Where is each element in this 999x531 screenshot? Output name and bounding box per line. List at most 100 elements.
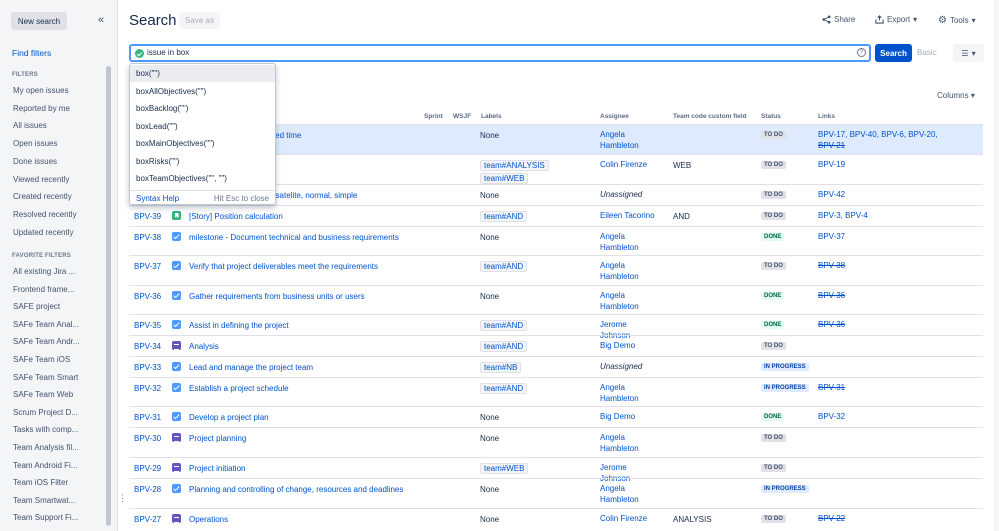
columns-button[interactable]: Columns ▾ xyxy=(937,91,975,100)
label-tag[interactable]: team#AND xyxy=(480,320,528,331)
help-icon[interactable]: ? xyxy=(857,48,866,57)
status-lozenge[interactable]: IN PROGRESS xyxy=(761,363,809,371)
autocomplete-option[interactable]: boxBacklog("") xyxy=(130,100,275,117)
status-lozenge[interactable]: IN PROGRESS xyxy=(761,485,809,493)
issue-links[interactable]: BPV-3, BPV-4 xyxy=(818,210,983,221)
label-tag[interactable]: team#WEB xyxy=(480,173,529,184)
sidebar-scrollbar[interactable] xyxy=(106,66,111,526)
find-filters-link[interactable]: Find filters xyxy=(12,48,51,58)
assignee-link[interactable]: Colin Firenze xyxy=(600,513,655,524)
sidebar-favorite-item[interactable]: Frontend frame... xyxy=(13,285,103,294)
assignee-link[interactable]: Colin Firenze xyxy=(600,159,655,170)
sidebar-filter-item[interactable]: Updated recently xyxy=(13,228,103,237)
col-labels[interactable]: Labels xyxy=(481,113,502,120)
label-tag[interactable]: team#AND xyxy=(480,383,528,394)
issue-links[interactable]: BPV-36 xyxy=(818,290,983,301)
sidebar-filter-item[interactable]: Created recently xyxy=(13,192,103,201)
issue-links[interactable]: BPV-37 xyxy=(818,231,983,242)
issue-links-line2[interactable]: BPV-21 xyxy=(818,140,983,151)
assignee-link[interactable]: Angela Hambleton xyxy=(600,260,655,282)
status-lozenge[interactable]: IN PROGRESS xyxy=(761,384,809,392)
issue-key-link[interactable]: BPV-35 xyxy=(134,321,161,330)
autocomplete-option[interactable]: boxTeamObjectives("", "") xyxy=(130,170,275,187)
assignee-link[interactable]: Big Demo xyxy=(600,340,655,351)
assignee-link[interactable]: Angela Hambleton xyxy=(600,290,655,312)
issue-summary-link[interactable]: Gather requirements from business units … xyxy=(189,292,365,301)
view-options-button[interactable]: ☰ ▾ xyxy=(953,44,984,62)
autocomplete-option[interactable]: boxMainObjectives("") xyxy=(130,135,275,152)
save-as-button[interactable]: Save as xyxy=(179,12,220,29)
sidebar-favorite-item[interactable]: Tasks with comp... xyxy=(13,425,103,434)
label-tag[interactable]: team#NB xyxy=(480,362,522,373)
issue-key-link[interactable]: BPV-30 xyxy=(134,434,161,443)
jql-query-input[interactable]: issue in box ? xyxy=(129,44,871,62)
sidebar-favorite-item[interactable]: SAFe Team Web xyxy=(13,390,103,399)
status-lozenge[interactable]: TO DO xyxy=(761,212,786,220)
sidebar-filter-item[interactable]: Resolved recently xyxy=(13,210,103,219)
issue-key-link[interactable]: BPV-37 xyxy=(134,262,161,271)
issue-summary-link[interactable]: Project planning xyxy=(189,434,246,443)
autocomplete-option[interactable]: box("") xyxy=(130,65,275,82)
issue-key-link[interactable]: BPV-36 xyxy=(134,292,161,301)
col-status[interactable]: Status xyxy=(761,113,781,120)
search-button[interactable]: Search xyxy=(875,44,912,62)
status-lozenge[interactable]: TO DO xyxy=(761,131,786,139)
issue-summary-link[interactable]: Analysis xyxy=(189,342,219,351)
share-button[interactable]: Share xyxy=(822,15,855,24)
table-row[interactable]: BPV-27 Operations None Colin Firenze ANALYSI… xyxy=(129,508,983,531)
table-row[interactable]: BPV-31 Develop a project plan None Big Demo… xyxy=(129,406,983,427)
sidebar-filter-item[interactable]: My open issues xyxy=(13,86,103,95)
table-row[interactable]: BPV-38 milestone - Document technical and… xyxy=(129,226,983,255)
table-row[interactable]: BPV-32 Establish a project schedule team#A… xyxy=(129,377,983,406)
issue-links[interactable]: BPV-32 xyxy=(818,411,983,422)
status-lozenge[interactable]: TO DO xyxy=(761,262,786,270)
sidebar-filter-item[interactable]: All issues xyxy=(13,121,103,130)
issue-summary-link[interactable]: Verify that project deliverables meet th… xyxy=(189,262,378,271)
label-tag[interactable]: team#AND xyxy=(480,261,528,272)
sidebar-filter-item[interactable]: Reported by me xyxy=(13,104,103,113)
sidebar-favorite-item[interactable]: SAFe Team Smart xyxy=(13,373,103,382)
sidebar-favorite-item[interactable]: SAFe Team Anal... xyxy=(13,320,103,329)
basic-mode-link[interactable]: Basic xyxy=(917,48,937,57)
issue-summary-link[interactable]: Lead and manage the project team xyxy=(189,363,313,372)
issue-summary-link[interactable]: Develop a project plan xyxy=(189,413,269,422)
tools-button[interactable]: ⚙ Tools ▾ xyxy=(938,15,976,26)
sidebar-favorite-item[interactable]: All existing Jira ... xyxy=(13,267,103,276)
assignee-link[interactable]: Angela Hambleton xyxy=(600,432,655,454)
issue-key-link[interactable]: BPV-29 xyxy=(134,464,161,473)
export-button[interactable]: Export ▾ xyxy=(875,15,917,24)
issue-links[interactable]: BPV-36 xyxy=(818,319,983,330)
sidebar-favorite-item[interactable]: Team iOS Filter xyxy=(13,478,103,487)
table-row[interactable]: BPV-36 Gather requirements from business … xyxy=(129,285,983,314)
col-wsjf[interactable]: WSJF xyxy=(453,113,471,120)
assignee-link[interactable]: Eileen Tacorino xyxy=(600,210,655,221)
status-lozenge[interactable]: TO DO xyxy=(761,434,786,442)
table-row[interactable]: BPV-39 [Story] Position calculation team#A… xyxy=(129,205,983,226)
issue-links[interactable]: BPV-38 xyxy=(818,260,983,271)
issue-links[interactable]: BPV-19 xyxy=(818,159,983,170)
autocomplete-option[interactable]: boxRisks("") xyxy=(130,153,275,170)
sidebar-favorite-item[interactable]: Team Analysis fil... xyxy=(13,443,103,452)
new-search-button[interactable]: New search xyxy=(11,12,67,30)
issue-summary-link[interactable]: milestone - Document technical and busin… xyxy=(189,233,399,242)
label-tag[interactable]: team#AND xyxy=(480,211,528,222)
issue-summary-link[interactable]: Planning and controlling of change, reso… xyxy=(189,485,403,494)
page-scrollbar[interactable] xyxy=(994,0,999,531)
issue-links[interactable]: BPV-31 xyxy=(818,382,983,393)
col-sprint[interactable]: Sprint xyxy=(424,113,443,120)
status-lozenge[interactable]: DONE xyxy=(761,321,785,329)
status-lozenge[interactable]: DONE xyxy=(761,292,785,300)
sidebar-favorite-item[interactable]: SAFE project xyxy=(13,302,103,311)
status-lozenge[interactable]: TO DO xyxy=(761,342,786,350)
issue-key-link[interactable]: BPV-28 xyxy=(134,485,161,494)
issue-key-link[interactable]: BPV-31 xyxy=(134,413,161,422)
status-lozenge[interactable]: TO DO xyxy=(761,161,786,169)
label-tag[interactable]: team#ANALYSIS xyxy=(480,160,549,171)
sidebar-favorite-item[interactable]: Team Support Fi... xyxy=(13,513,103,522)
label-tag[interactable]: team#AND xyxy=(480,341,528,352)
table-row[interactable]: BPV-28 Planning and controlling of change… xyxy=(129,478,983,508)
issue-summary-link[interactable]: Establish a project schedule xyxy=(189,384,289,393)
collapse-sidebar-icon[interactable]: « xyxy=(98,14,104,26)
issue-key-link[interactable]: BPV-39 xyxy=(134,212,161,221)
sidebar-favorite-item[interactable]: Team Android Fi... xyxy=(13,461,103,470)
